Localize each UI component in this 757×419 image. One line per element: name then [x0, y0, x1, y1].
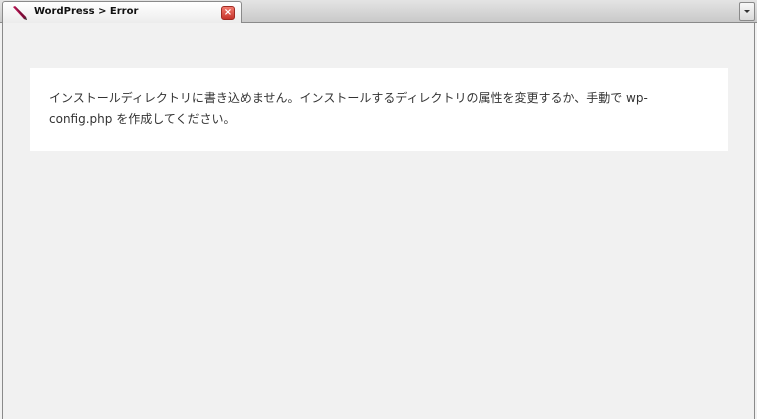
error-message: インストールディレクトリに書き込めません。インストールするディレクトリの属性を変… — [49, 91, 648, 126]
wordpress-quill-icon — [12, 5, 28, 21]
browser-window: WordPress > Error × インストールディレクトリに書き込めません… — [0, 0, 757, 419]
close-icon[interactable]: × — [221, 6, 235, 20]
error-message-box: インストールディレクトリに書き込めません。インストールするディレクトリの属性を変… — [30, 68, 728, 151]
tab-bar: WordPress > Error × — [0, 0, 757, 23]
tab-wordpress-error[interactable]: WordPress > Error × — [2, 1, 242, 23]
chevron-down-icon — [744, 10, 750, 13]
page-viewport: インストールディレクトリに書き込めません。インストールするディレクトリの属性を変… — [2, 23, 755, 419]
tab-list-button[interactable] — [739, 2, 755, 21]
tab-title: WordPress > Error — [34, 6, 139, 17]
